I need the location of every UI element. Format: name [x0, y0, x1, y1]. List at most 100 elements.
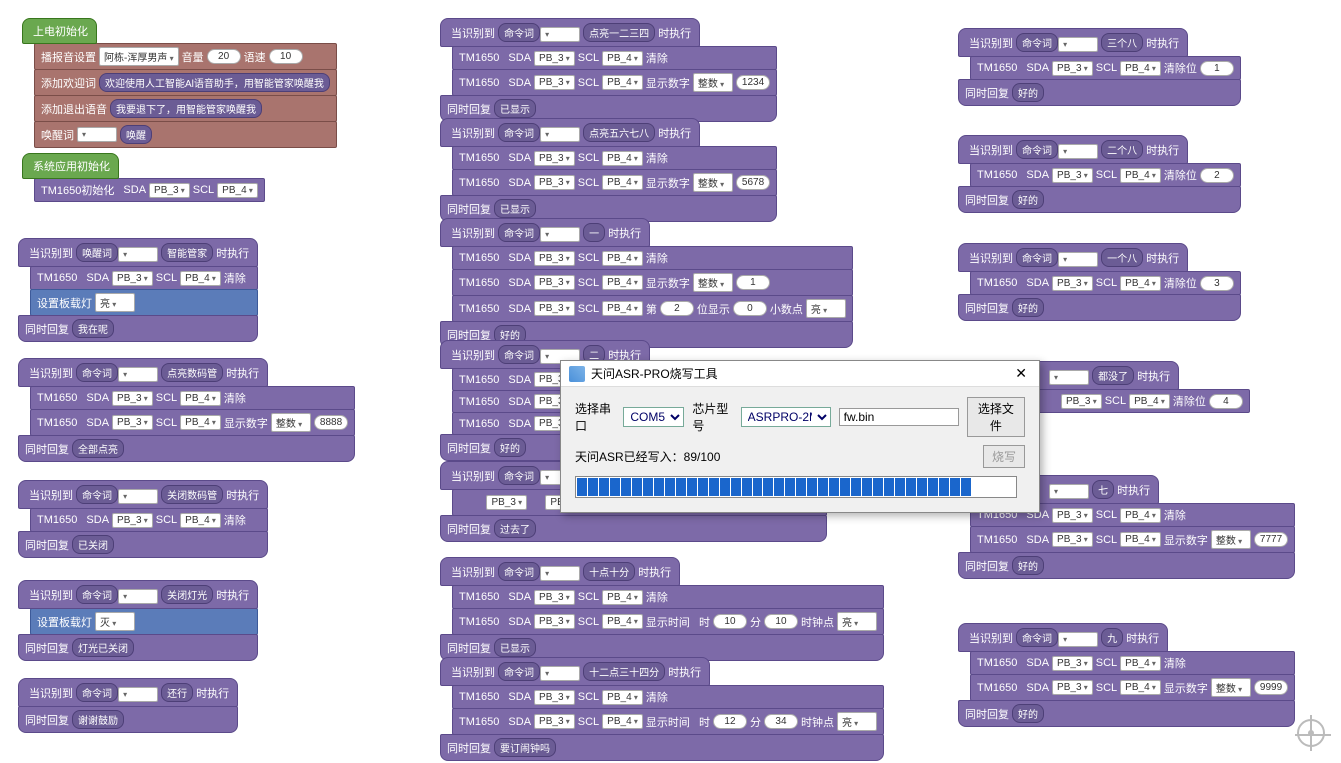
row[interactable]: TM1650 SDAPB_3SCLPB_4清除	[452, 46, 777, 70]
foot[interactable]: 同时回复好的	[958, 552, 1295, 579]
row-setled[interactable]: 设置板载灯灭	[30, 608, 258, 635]
dropdown[interactable]	[77, 127, 117, 142]
row-tm1650init[interactable]: TM1650初始化 SDAPB_3SCLPB_4	[34, 178, 265, 202]
dropdown[interactable]	[118, 247, 158, 262]
row[interactable]: TM1650 SDAPB_3SCLPB_4清除	[30, 266, 258, 290]
hat-rec[interactable]: 当识别到 命令词 二个八 时执行	[958, 135, 1188, 164]
row[interactable]: TM1650 SDAPB_3SCLPB_4显示数字整数1	[452, 269, 853, 296]
row[interactable]: TM1650 SDAPB_3SCLPB_4显示时间 时10分10时钟点亮	[452, 608, 884, 635]
row[interactable]: TM1650 SDAPB_3SCLPB_4显示数字整数5678	[452, 169, 777, 196]
row-welcome[interactable]: 添加欢迎词欢迎使用人工智能Al语音助手，用智能管家唤醒我	[34, 69, 337, 96]
select-chip[interactable]: ASRPRO-2M	[741, 407, 831, 427]
row[interactable]: TM1650 SDAPB_3SCLPB_4第2位显示0小数点亮	[452, 295, 853, 322]
row[interactable]: TM1650 SDAPB_3SCLPB_4清除位1	[970, 56, 1241, 80]
label: 添加退出语音	[41, 101, 107, 117]
row[interactable]: TM1650 SDAPB_3SCLPB_4显示时间 时12分34时钟点亮	[452, 708, 884, 735]
foot[interactable]: 同时回复灯光已关闭	[18, 634, 258, 661]
row-voice-settings[interactable]: 播报音设置 阿栋-浑厚男声 音量20 语速10	[34, 43, 337, 70]
row[interactable]: TM1650 SDAPB_3SCLPB_4显示数字整数8888	[30, 409, 355, 436]
burn-button[interactable]: 烧写	[983, 445, 1025, 468]
label: TM1650	[37, 272, 77, 284]
dropdown[interactable]: PB_4	[217, 183, 258, 198]
dropdown[interactable]: PB_3	[112, 271, 153, 286]
row[interactable]: TM1650 SDAPB_3SCLPB_4清除位3	[970, 271, 1241, 295]
dropdown[interactable]: PB_4	[180, 271, 221, 286]
hat-rec[interactable]: 当识别到 命令词 点亮一二三四 时执行	[440, 18, 700, 47]
label: 上电初始化	[33, 26, 88, 38]
label: 播报音设置	[41, 49, 96, 65]
row-setled[interactable]: 设置板载灯亮	[30, 289, 258, 316]
foot[interactable]: 同时回复好的	[958, 79, 1241, 106]
hat-rec[interactable]: 当识别到 命令词 一个八 时执行	[958, 243, 1188, 272]
label: 时执行	[216, 248, 249, 260]
hat-rec[interactable]: 当识别到 命令词 关闭数码管 时执行	[18, 480, 268, 509]
pill: 唤醒词	[76, 243, 118, 262]
progress-text: 天问ASR已经写入：89/100	[575, 448, 720, 465]
label: 语速	[244, 49, 266, 65]
input-file[interactable]	[839, 408, 959, 426]
hat-rec[interactable]: 当识别到 命令词 十点十分 时执行	[440, 557, 680, 586]
row[interactable]: TM1650 SDAPB_3SCLPB_4清除	[452, 685, 884, 709]
foot[interactable]: 同时回复谢谢鼓励	[18, 706, 238, 733]
hat-rec[interactable]: 当识别到 命令词 关闭灯光 时执行	[18, 580, 258, 609]
dropdown-voice[interactable]: 阿栋-浑厚男声	[99, 47, 179, 66]
pill: 智能管家	[161, 243, 213, 262]
dialog-title: 天问ASR-PRO烧写工具	[591, 365, 718, 382]
foot[interactable]: 同时回复过去了	[440, 515, 827, 542]
val: 唤醒	[120, 125, 152, 144]
label: 系统应用初始化	[33, 161, 110, 173]
label: 音量	[182, 49, 204, 65]
choose-file-button[interactable]: 选择文件	[967, 397, 1025, 437]
dialog-titlebar[interactable]: 天问ASR-PRO烧写工具 ✕	[561, 361, 1039, 387]
label: SCL	[193, 184, 214, 196]
row[interactable]: TM1650 SDAPB_3SCLPB_4清除位2	[970, 163, 1241, 187]
select-com[interactable]: COM5	[623, 407, 684, 427]
dialog-burn-tool[interactable]: 天问ASR-PRO烧写工具 ✕ 选择串口 COM5 芯片型号 ASRPRO-2M…	[560, 360, 1040, 513]
pill: 我在呢	[72, 319, 114, 338]
progress-bar	[575, 476, 1017, 498]
foot[interactable]: 同时回复我在呢	[18, 315, 258, 342]
row[interactable]: TM1650 SDAPB_3SCLPB_4清除	[452, 246, 853, 270]
label-serial: 选择串口	[575, 400, 615, 434]
hat-rec-wake[interactable]: 当识别到 唤醒词 智能管家 时执行	[18, 238, 258, 267]
label: SDA	[123, 184, 146, 196]
foot[interactable]: 同时回复好的	[958, 186, 1241, 213]
label: 唤醒词	[41, 127, 74, 143]
row[interactable]: TM1650 SDAPB_3SCLPB_4清除	[452, 146, 777, 170]
label-chip: 芯片型号	[692, 400, 732, 434]
hat-rec[interactable]: 当识别到 命令词 点亮数码管 时执行	[18, 358, 268, 387]
row[interactable]: TM1650 SDAPB_3SCLPB_4清除	[30, 386, 355, 410]
val-speed[interactable]: 10	[269, 49, 303, 64]
row[interactable]: TM1650 SDAPB_3SCLPB_4显示数字整数1234	[452, 69, 777, 96]
foot[interactable]: 同时回复全部点亮	[18, 435, 355, 462]
dropdown[interactable]: PB_3	[149, 183, 190, 198]
hat-powerup[interactable]: 上电初始化	[22, 18, 97, 44]
row[interactable]: TM1650 SDAPB_3SCLPB_4显示数字整数7777	[970, 526, 1295, 553]
row[interactable]: TM1650 SDAPB_3SCLPB_4清除	[970, 651, 1295, 675]
label: 当识别到	[29, 248, 73, 260]
hat-rec[interactable]: 当识别到 命令词 九 时执行	[958, 623, 1168, 652]
row[interactable]: TM1650 SDAPB_3SCLPB_4清除	[452, 585, 884, 609]
hat-rec[interactable]: 当识别到 命令词 一 时执行	[440, 218, 650, 247]
hat-rec[interactable]: 当识别到 命令词 十二点三十四分 时执行	[440, 657, 710, 686]
hat-rec[interactable]: 当识别到 命令词 点亮五六七八 时执行	[440, 118, 700, 147]
row[interactable]: TM1650 SDAPB_3SCLPB_4显示数字整数9999	[970, 674, 1295, 701]
hat-appinit[interactable]: 系统应用初始化	[22, 153, 119, 179]
foot[interactable]: 同时回复已关闭	[18, 531, 268, 558]
hat-rec[interactable]: 当识别到 命令词 三个八 时执行	[958, 28, 1188, 57]
row[interactable]: TM1650 SDAPB_3SCLPB_4清除	[30, 508, 268, 532]
foot[interactable]: 同时回复好的	[958, 700, 1295, 727]
foot[interactable]: 同时回复好的	[958, 294, 1241, 321]
val: 我要退下了，用智能管家唤醒我	[110, 99, 262, 118]
hat-rec[interactable]: 当识别到 命令词 还行 时执行	[18, 678, 238, 707]
label: 设置板载灯	[37, 295, 92, 311]
row-exit[interactable]: 添加退出语音我要退下了，用智能管家唤醒我	[34, 95, 337, 122]
app-icon	[569, 366, 585, 382]
recenter-icon-h	[1295, 734, 1331, 736]
recenter-icon[interactable]	[1297, 719, 1325, 747]
dropdown[interactable]: 亮	[95, 293, 135, 312]
foot[interactable]: 同时回复要订闹钟吗	[440, 734, 884, 761]
row-wakeword[interactable]: 唤醒词 唤醒	[34, 121, 337, 148]
val-volume[interactable]: 20	[207, 49, 241, 64]
close-icon[interactable]: ✕	[1011, 365, 1031, 382]
